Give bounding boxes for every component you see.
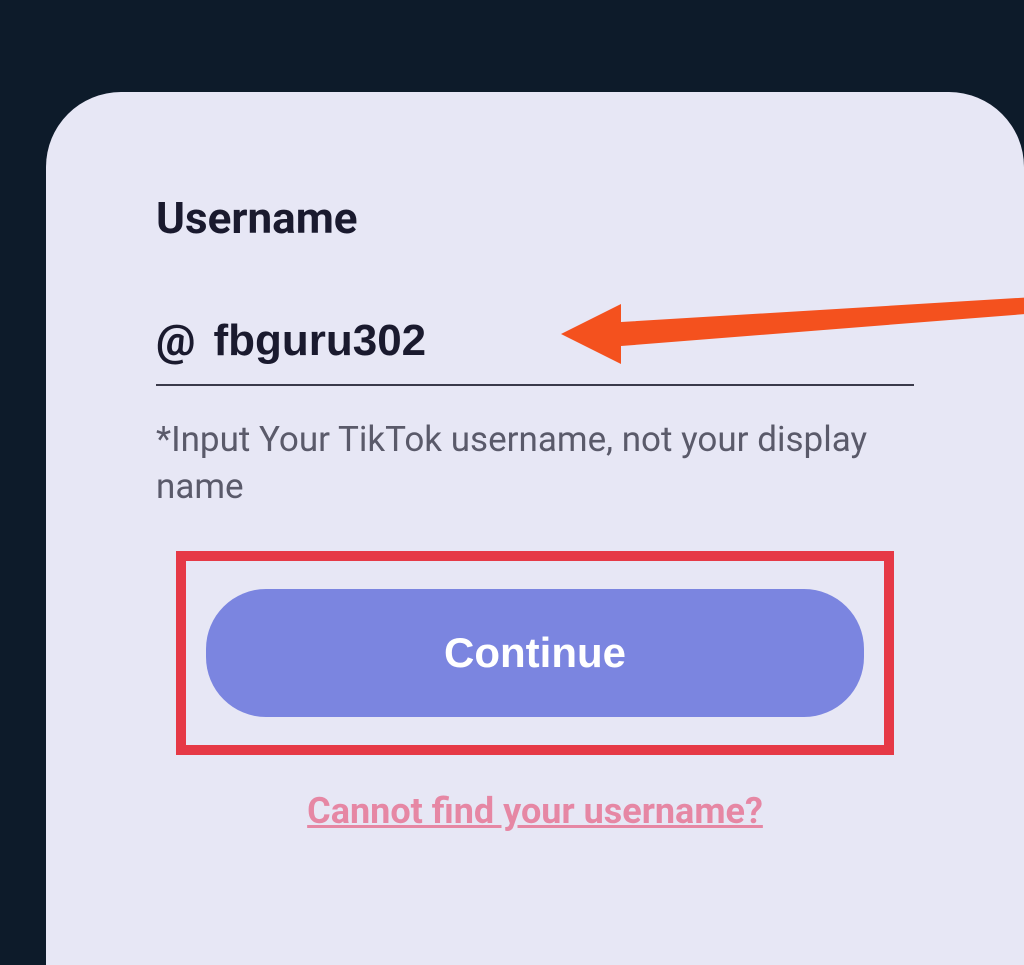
username-input-row: @: [156, 314, 914, 386]
username-input[interactable]: [213, 316, 914, 366]
continue-button[interactable]: Continue: [206, 589, 864, 717]
button-highlight-annotation: Continue: [176, 551, 894, 755]
username-form-card: Username @ *Input Your TikTok username, …: [46, 92, 1024, 965]
cannot-find-username-link[interactable]: Cannot find your username?: [156, 790, 914, 832]
helper-text: *Input Your TikTok username, not your di…: [156, 416, 914, 511]
username-label: Username: [156, 192, 914, 244]
at-symbol: @: [156, 314, 195, 366]
